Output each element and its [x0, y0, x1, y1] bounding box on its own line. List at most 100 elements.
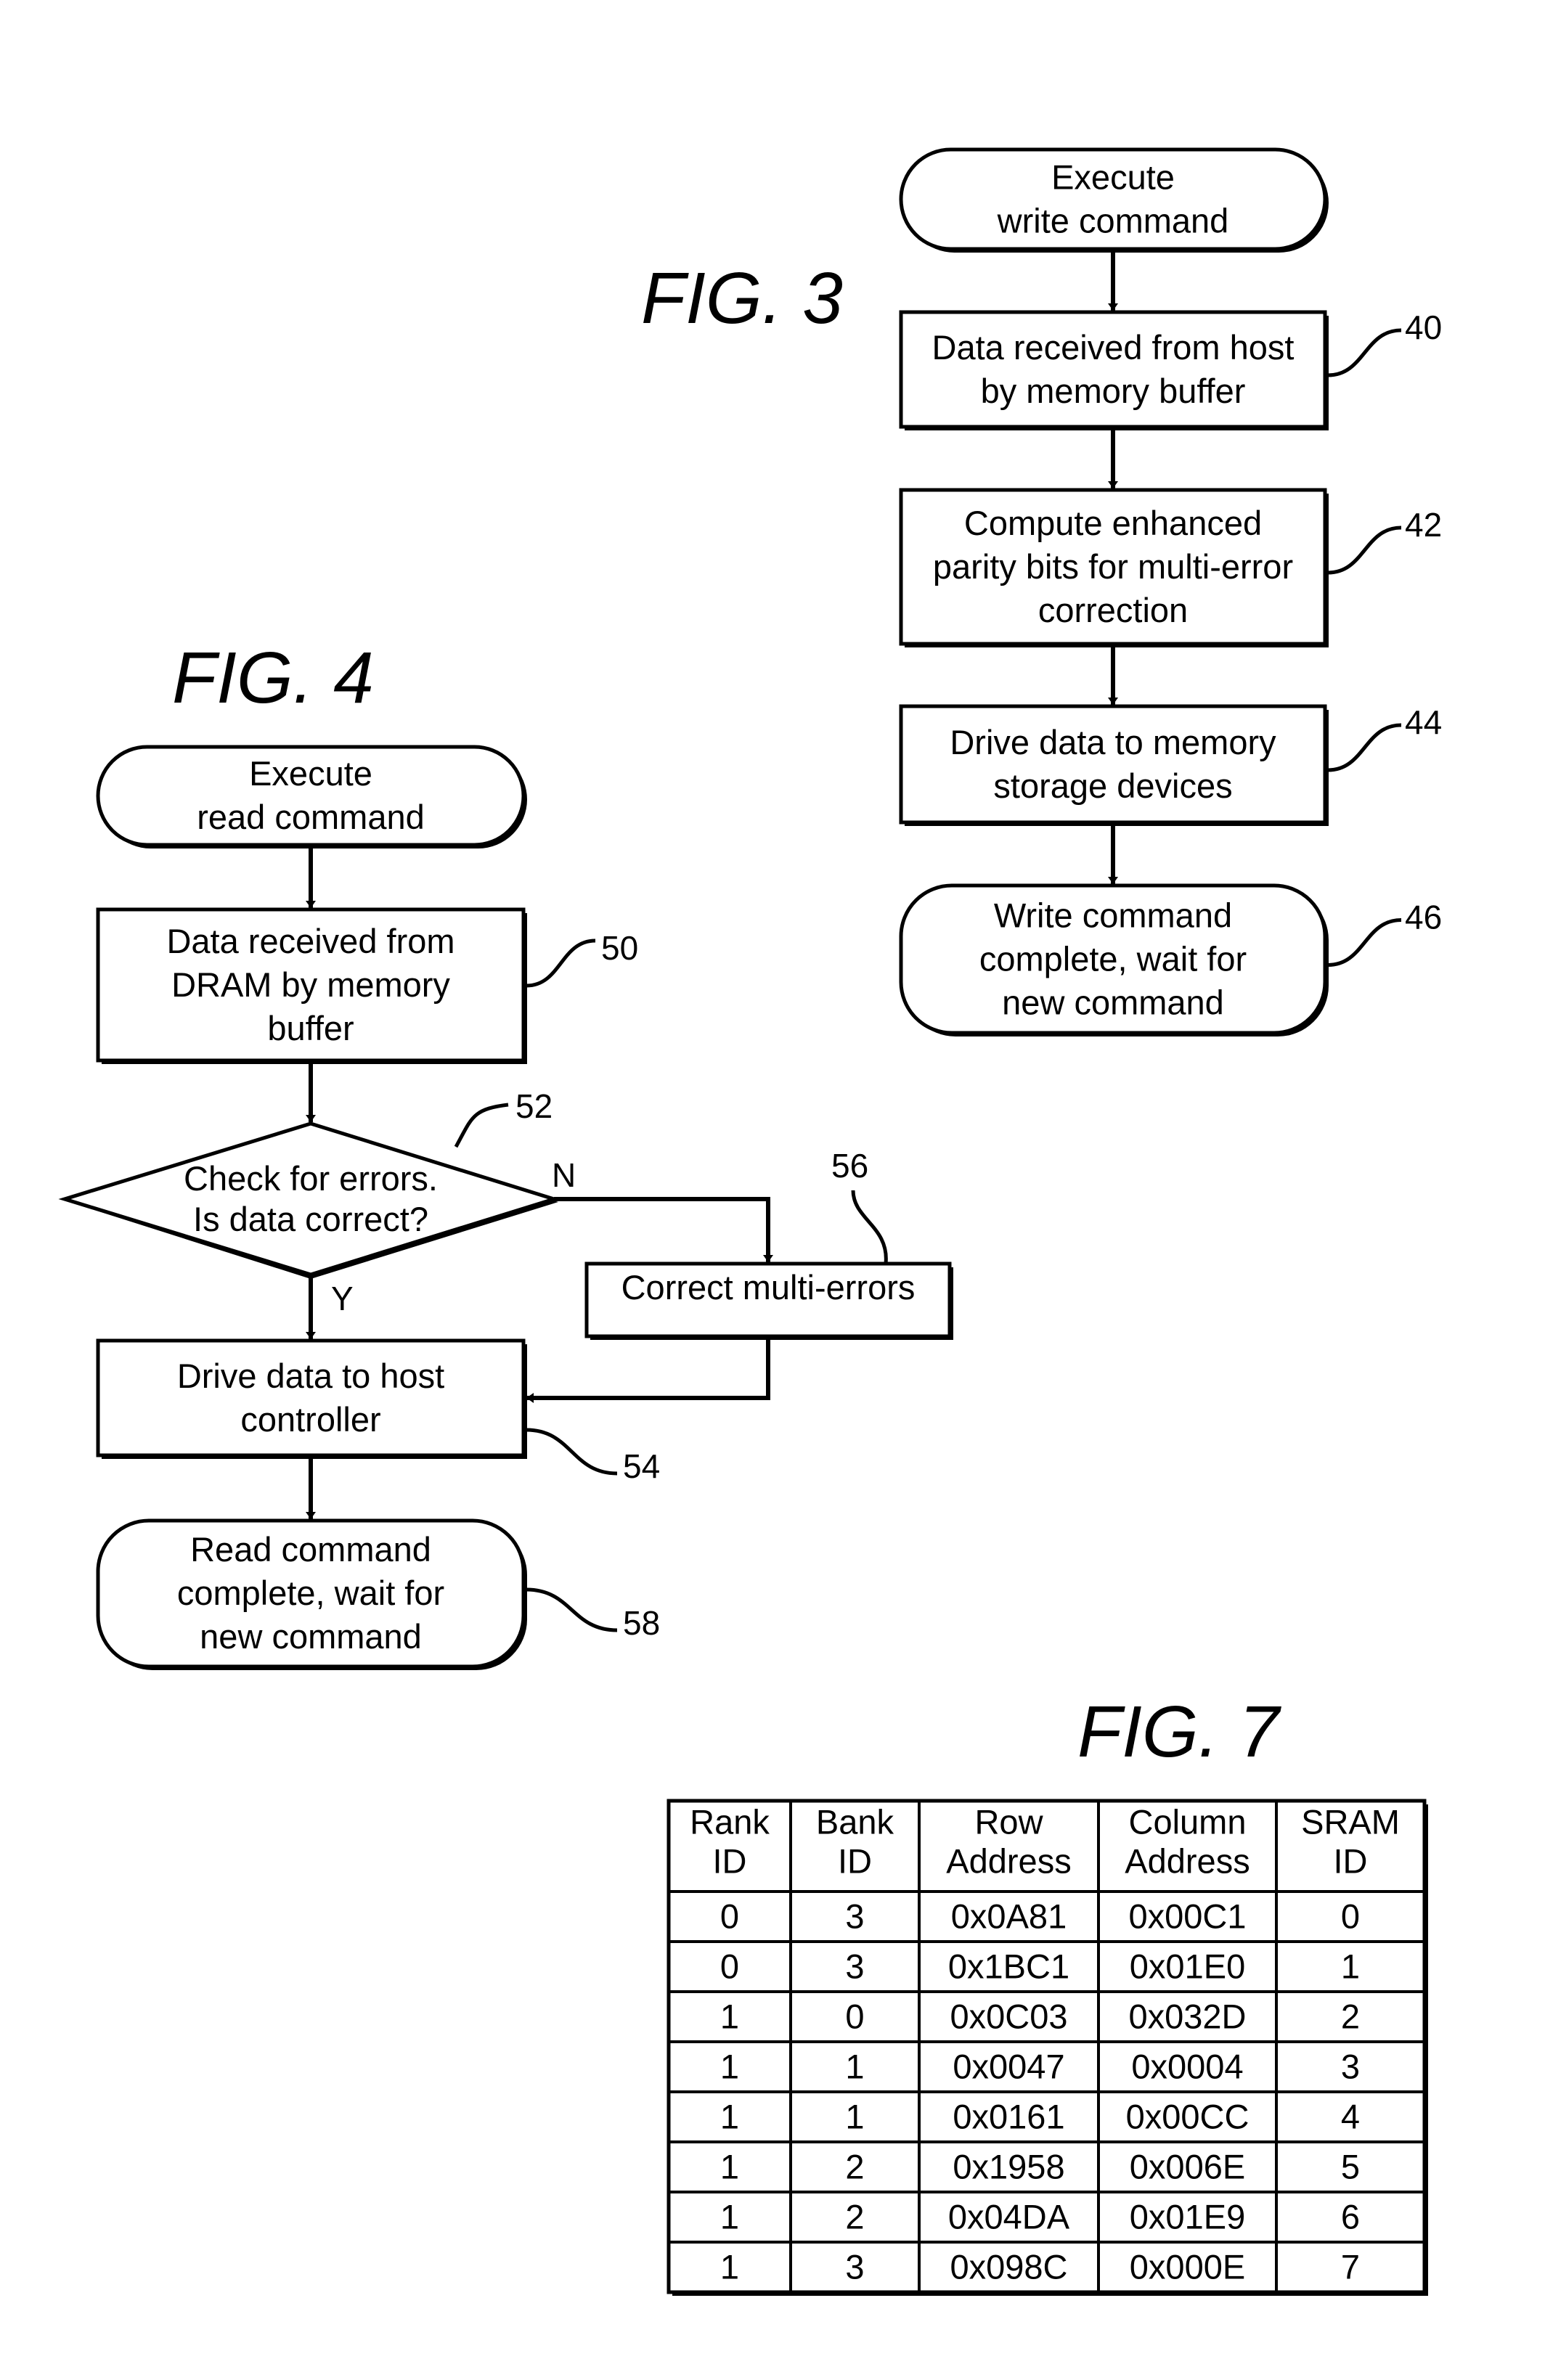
fig3-n42-label-line: Compute enhanced [964, 504, 1262, 542]
fig3-n40-leader-line [1327, 328, 1402, 377]
table-header-cell-text-line: SRAM [1301, 1803, 1400, 1841]
fig4-n52-label-line: Is data correct? [193, 1200, 428, 1238]
table-cell: 0x01E9 [1130, 2198, 1245, 2236]
table-cell: 0 [845, 1997, 864, 2036]
table-header-cell-text-line: Address [946, 1842, 1071, 1881]
fig4-branch-no-label: N [552, 1156, 576, 1194]
fig3-start-label-line: write command [997, 202, 1229, 240]
fig3-n46-label-line: complete, wait for [979, 940, 1247, 978]
fig4-node-start: Execute read command [96, 745, 527, 848]
fig4-flow-arrow-no [554, 1197, 773, 1262]
fig4-n58-label-line: new command [200, 1617, 422, 1656]
fig4-n58-reference-numeral: 58 [623, 1604, 660, 1642]
table-cell: 2 [845, 2148, 864, 2186]
fig3-start-label-line: Execute [1051, 158, 1175, 197]
fig4-n54-label-line: controller [240, 1400, 380, 1439]
table-cell: 1 [845, 2098, 864, 2136]
fig4-node-n54: Drive data to host controller 54 [96, 1338, 660, 1485]
fig4-n50-leader-line [526, 938, 596, 988]
table-cell: 0x04DA [948, 2198, 1070, 2236]
table-cell: 7 [1341, 2248, 1360, 2286]
fig4-node-n50: Data received from DRAM by memory buffer 50 [96, 907, 638, 1064]
table-header-cell-text-line: Bank [816, 1803, 894, 1841]
fig3-n42-label-line: correction [1038, 591, 1188, 629]
table-header-cell: ColumnAddress [1125, 1803, 1250, 1881]
fig4-n54-leader-line [526, 1428, 618, 1476]
table-cell: 0x1958 [953, 2148, 1064, 2186]
table-cell: 1 [720, 2048, 739, 2086]
table-header-cell-text-line: ID [838, 1842, 872, 1881]
fig4-n56-reference-numeral: 56 [831, 1147, 868, 1185]
fig3-n44-label-line: storage devices [993, 766, 1232, 805]
fig3-n40-label-line: Data received from host [932, 328, 1295, 367]
fig7-title: FIG. 7 [1077, 1691, 1281, 1772]
table-header-cell-text-line: Row [974, 1803, 1043, 1841]
fig4-start-label-line: Execute [249, 754, 372, 793]
table-header-cell-text-line: ID [1334, 1842, 1368, 1881]
table-cell: 3 [845, 2248, 864, 2286]
table-cell: 0x098C [950, 2248, 1068, 2286]
table-cell: 0 [720, 1947, 739, 1986]
table-cell: 2 [1341, 1997, 1360, 2036]
fig4-n52-label-line: Check for errors. [184, 1159, 438, 1198]
table-cell: 0x0C03 [950, 1997, 1068, 2036]
table-cell: 0 [1341, 1897, 1360, 1936]
table-cell: 0x0A81 [951, 1897, 1067, 1936]
table-header-cell-text-line: ID [713, 1842, 747, 1881]
table-cell: 0x0161 [953, 2098, 1064, 2136]
fig4-n56-leader-line [851, 1190, 888, 1264]
fig3-n46-label-line: Write command [994, 896, 1232, 935]
fig3-node-n40: Data received from host by memory buffer 4… [899, 308, 1442, 430]
table-cell: 0x000E [1130, 2248, 1245, 2286]
fig4-n52-shape [58, 1121, 560, 1277]
fig7-table: RankIDBankIDRowAddressColumnAddressSRAMI… [666, 1799, 1428, 2296]
table-cell: 6 [1341, 2198, 1360, 2236]
table-cell: 0x01E0 [1130, 1947, 1245, 1986]
table-header-cell-text-line: Column [1129, 1803, 1247, 1841]
table-cell: 0x1BC1 [948, 1947, 1069, 1986]
fig3-n44-label-line: Drive data to memory [950, 723, 1276, 761]
table-cell: 1 [720, 2198, 739, 2236]
fig4-n54-reference-numeral: 54 [623, 1447, 660, 1485]
fig4-title: FIG. 4 [172, 637, 374, 719]
table-cell: 1 [720, 1997, 739, 2036]
table-cell: 2 [845, 2198, 864, 2236]
fig4-n50-label-line: buffer [267, 1009, 354, 1047]
fig4-branch-yes-label: Y [331, 1280, 354, 1317]
fig4-n58-leader-line [526, 1587, 618, 1632]
fig4-node-n58: Read command complete, wait for new comman… [96, 1518, 660, 1670]
table-cell: 1 [845, 2048, 864, 2086]
table-cell: 3 [1341, 2048, 1360, 2086]
fig4-flow-arrow-return [526, 1340, 770, 1403]
fig4-start-label-line: read command [197, 798, 425, 836]
fig3-node-n46: Write command complete, wait for new comma… [899, 883, 1442, 1036]
table-cell: 4 [1341, 2098, 1360, 2136]
table-header-cell-text-line: Rank [690, 1803, 770, 1841]
table-cell: 0x032D [1129, 1997, 1247, 2036]
table-cell: 1 [720, 2098, 739, 2136]
fig3-node-start: Execute write command [899, 147, 1329, 253]
fig3-n46-leader-line [1327, 918, 1402, 967]
fig3-n44-reference-numeral: 44 [1405, 703, 1442, 741]
fig4-n58-label-line: complete, wait for [177, 1574, 444, 1612]
fig4-n50-label-line: Data received from [166, 922, 454, 960]
table-header-cell-text-line: Address [1125, 1842, 1250, 1881]
table-cell: 1 [720, 2148, 739, 2186]
fig3-n40-reference-numeral: 40 [1405, 308, 1442, 346]
fig4-flowchart: Execute read command Data received from DRA… [58, 745, 953, 1670]
fig4-n50-reference-numeral: 50 [601, 929, 638, 967]
fig3-n42-label-line: parity bits for multi-error [933, 547, 1293, 586]
table-cell: 0x006E [1130, 2148, 1245, 2186]
table-cell: 3 [845, 1947, 864, 1986]
fig3-flowchart: Execute write command Data received from h… [899, 147, 1442, 1036]
table-cell: 0x00C1 [1129, 1897, 1247, 1936]
fig3-node-n42: Compute enhanced parity bits for multi-er… [899, 488, 1442, 647]
fig3-n46-label-line: new command [1002, 984, 1224, 1022]
table-cell: 1 [720, 2248, 739, 2286]
table-cell: 0x0047 [953, 2048, 1064, 2086]
fig3-n46-reference-numeral: 46 [1405, 899, 1442, 936]
fig3-n40-label-line: by memory buffer [981, 372, 1246, 410]
table-cell: 0 [720, 1897, 739, 1936]
fig4-n54-label-line: Drive data to host [177, 1357, 444, 1395]
table-cell: 5 [1341, 2148, 1360, 2186]
